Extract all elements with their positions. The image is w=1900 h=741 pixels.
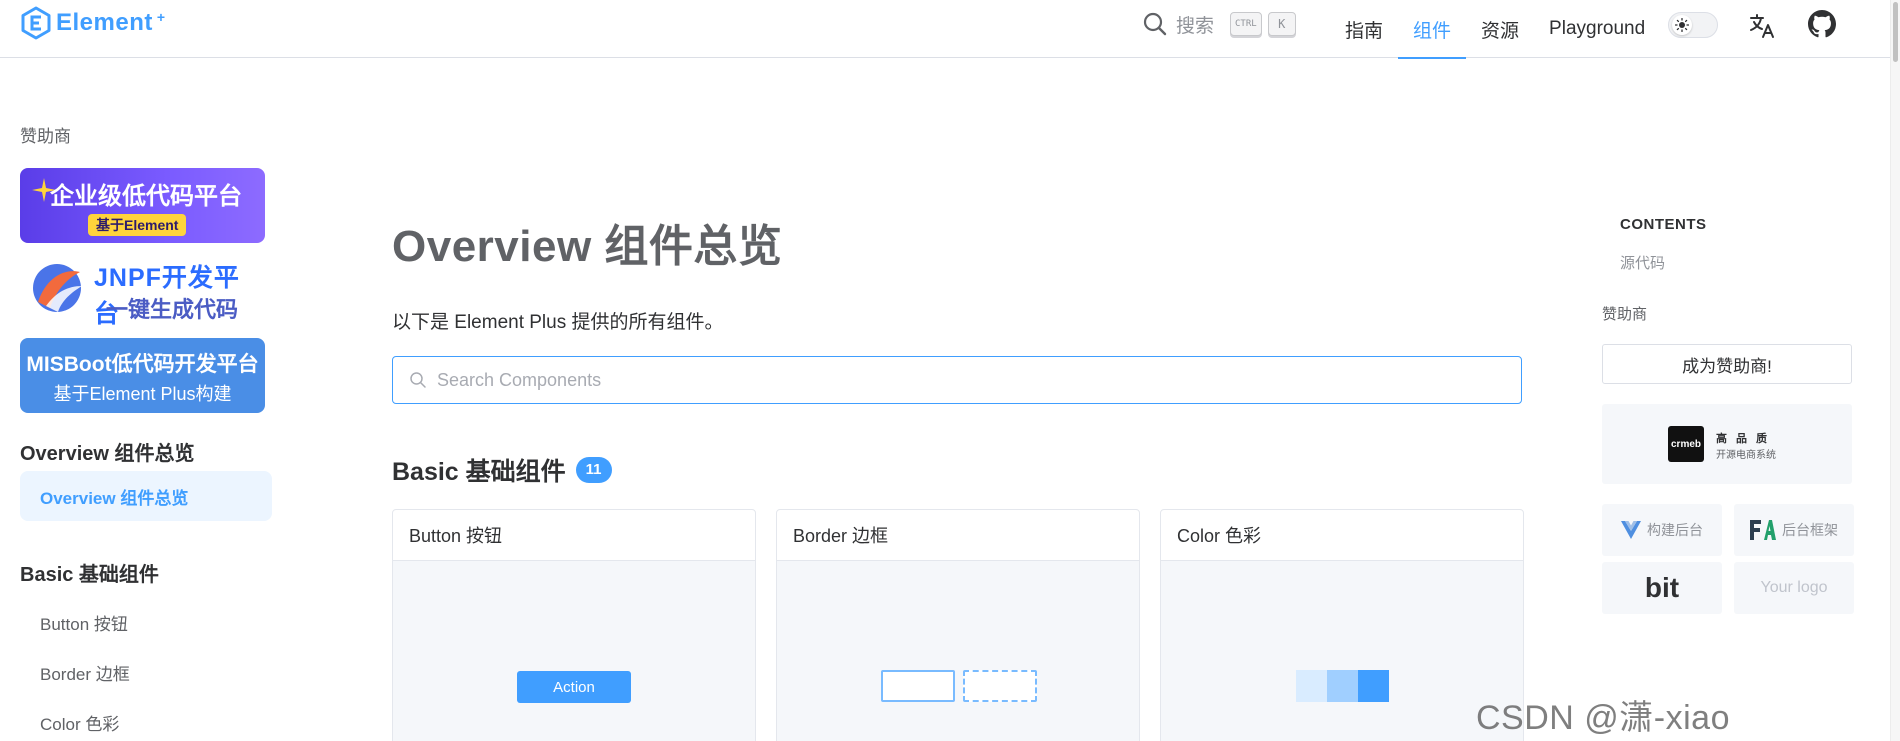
- aside-sponsor-title: 赞助商: [1602, 306, 1648, 323]
- sidebar-group-basic: Basic 基础组件: [20, 564, 159, 586]
- card-border-title: Border 边框: [777, 510, 1139, 561]
- preview-action-button: Action: [517, 671, 631, 703]
- kbd-k: K: [1267, 12, 1296, 36]
- search-input-icon: [410, 372, 426, 388]
- card-border-preview: [777, 561, 1139, 741]
- preview-solid-border: [881, 670, 955, 702]
- page-description: 以下是 Element Plus 提供的所有组件。: [392, 312, 724, 333]
- component-card-button[interactable]: Button 按钮 Action: [392, 509, 756, 741]
- sponsor-ad-misboot[interactable]: MISBoot低代码开发平台 基于Element Plus构建: [20, 338, 265, 413]
- ad-misboot-subtitle: 基于Element Plus构建: [53, 384, 232, 404]
- card-color-preview: [1161, 561, 1523, 741]
- nav-playground[interactable]: Playground: [1534, 0, 1660, 58]
- page-title: Overview 组件总览: [392, 222, 783, 271]
- top-header: Element + 搜索 CTRL K 指南 组件 资源 Playground: [0, 0, 1900, 59]
- preview-dashed-border: [963, 670, 1037, 702]
- csdn-watermark: CSDN @潇-xiao: [1476, 699, 1730, 737]
- section-basic-label: Basic 基础组件: [392, 458, 566, 486]
- theme-knob: [1672, 15, 1692, 35]
- theme-toggle[interactable]: [1668, 12, 1718, 38]
- sponsor-tile-your-logo[interactable]: Your logo: [1734, 562, 1854, 614]
- ad-jnpf-subtitle: 一键生成代码: [106, 297, 239, 322]
- nav-component[interactable]: 组件: [1398, 0, 1467, 59]
- sidebar-item-border[interactable]: Border 边框: [40, 660, 130, 685]
- sidebar-sponsor-title: 赞助商: [20, 127, 71, 146]
- section-basic-title: Basic 基础组件 11: [392, 452, 612, 488]
- preview-color-swatches: [1296, 670, 1389, 702]
- search-icon: [1143, 12, 1167, 36]
- sidebar-item-button[interactable]: Button 按钮: [40, 610, 128, 635]
- sidebar-group-overview: Overview 组件总览: [20, 443, 195, 465]
- card-button-title: Button 按钮: [393, 510, 755, 561]
- logo-plus: +: [156, 9, 166, 25]
- search-label: 搜索: [1176, 15, 1215, 37]
- kbd-ctrl: CTRL: [1230, 12, 1262, 36]
- toc-link-source[interactable]: 源代码: [1620, 252, 1665, 273]
- doc-search-button[interactable]: 搜索 CTRL K: [1142, 10, 1296, 38]
- ad-lowcode-title: 企业级低代码平台: [50, 183, 242, 210]
- component-search-input[interactable]: [437, 369, 1437, 391]
- ad-lowcode-tag: 基于Element: [88, 214, 187, 236]
- vue-logo-icon: [1621, 521, 1641, 539]
- ad-misboot-title: MISBoot低代码开发平台: [26, 353, 259, 376]
- sun-icon: [1675, 18, 1689, 32]
- fa-logo-icon: [1750, 520, 1776, 540]
- sponsor-tile-vue-admin[interactable]: 构建后台: [1602, 504, 1722, 556]
- element-logo-icon: [21, 6, 51, 40]
- page-scrollbar[interactable]: [1890, 0, 1900, 741]
- sponsor-ad-lowcode[interactable]: 企业级低代码平台 基于Element: [20, 168, 265, 243]
- become-sponsor-button[interactable]: 成为赞助商!: [1602, 344, 1852, 384]
- card-color-title: Color 色彩: [1161, 510, 1523, 561]
- tile-fa-admin-label: 后台框架: [1782, 522, 1838, 538]
- sponsor-tile-bit[interactable]: bit: [1602, 562, 1722, 614]
- swatch-primary: [1358, 670, 1389, 702]
- tile-bit-label: bit: [1644, 572, 1680, 603]
- logo-text: Element: [56, 9, 153, 36]
- github-icon[interactable]: [1808, 10, 1836, 38]
- section-basic-count: 11: [575, 457, 612, 483]
- component-card-border[interactable]: Border 边框: [776, 509, 1140, 741]
- tile-your-logo-label: Your logo: [1760, 579, 1828, 596]
- sidebar-item-color[interactable]: Color 色彩: [40, 710, 119, 735]
- crmeb-logo: crmeb: [1668, 426, 1704, 462]
- component-card-color[interactable]: Color 色彩: [1160, 509, 1524, 741]
- sponsor-tile-fa-admin[interactable]: 后台框架: [1734, 504, 1854, 556]
- component-search-box[interactable]: [392, 356, 1522, 404]
- card-button-preview: Action: [393, 561, 755, 741]
- element-logo[interactable]: Element +: [20, 6, 165, 40]
- sponsor-crmeb[interactable]: crmeb 高品质 开源电商系统: [1602, 404, 1852, 484]
- nav-guide[interactable]: 指南: [1330, 0, 1398, 58]
- scrollbar-thumb[interactable]: [1893, 2, 1898, 62]
- jnpf-logo-icon: [33, 264, 82, 312]
- sidebar-item-overview[interactable]: Overview 组件总览: [20, 471, 272, 521]
- tile-vue-admin-label: 构建后台: [1647, 522, 1703, 538]
- swatch-light: [1296, 670, 1327, 702]
- crmeb-desc: 开源电商系统: [1716, 450, 1776, 461]
- nav-resource[interactable]: 资源: [1466, 0, 1534, 58]
- crmeb-slogan: 高品质: [1716, 433, 1776, 445]
- toc-title: CONTENTS: [1620, 216, 1707, 233]
- translate-icon[interactable]: [1748, 12, 1776, 40]
- swatch-medium: [1327, 670, 1358, 702]
- sponsor-ad-jnpf[interactable]: JNPF开发平台 一键生成代码: [20, 254, 265, 329]
- main-nav: 指南 组件 资源 Playground: [1330, 0, 1660, 59]
